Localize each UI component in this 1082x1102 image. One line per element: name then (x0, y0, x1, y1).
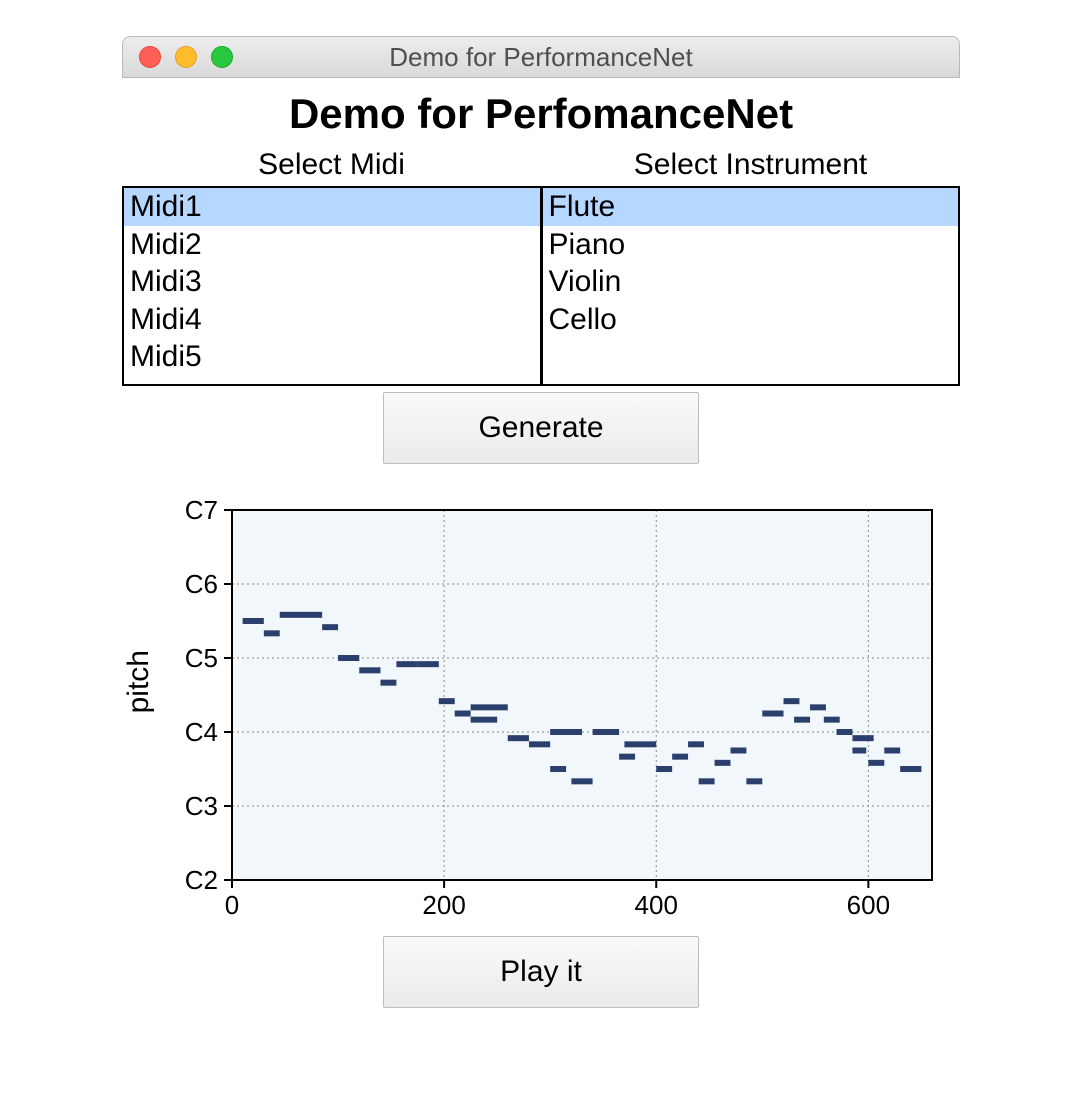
instrument-header: Select Instrument (541, 148, 960, 182)
list-item[interactable]: Midi2 (124, 226, 540, 264)
svg-text:400: 400 (635, 890, 678, 920)
close-icon[interactable] (139, 46, 161, 68)
list-item[interactable]: Midi3 (124, 263, 540, 301)
chart-y-axis-label: pitch (122, 650, 156, 713)
list-item[interactable]: Midi5 (124, 338, 540, 376)
svg-text:C3: C3 (185, 791, 218, 821)
svg-text:600: 600 (847, 890, 890, 920)
svg-text:C4: C4 (185, 717, 218, 747)
svg-text:0: 0 (225, 890, 239, 920)
listbox-headers: Select Midi Select Instrument (122, 148, 960, 182)
list-item[interactable]: Flute (543, 188, 959, 226)
pianoroll-chart: C2 C3 C4 C5 C6 C7 0 200 400 600 (162, 500, 952, 930)
list-item[interactable]: Midi4 (124, 301, 540, 339)
list-item[interactable]: Violin (543, 263, 959, 301)
midi-listbox[interactable]: Midi1Midi2Midi3Midi4Midi5 (124, 188, 540, 384)
minimize-icon[interactable] (175, 46, 197, 68)
window-traffic-lights (139, 46, 233, 68)
list-item[interactable]: Midi1 (124, 188, 540, 226)
svg-text:200: 200 (422, 890, 465, 920)
midi-header: Select Midi (122, 148, 541, 182)
zoom-icon[interactable] (211, 46, 233, 68)
list-item[interactable]: Piano (543, 226, 959, 264)
generate-button[interactable]: Generate (383, 392, 699, 464)
page-title: Demo for PerfomanceNet (122, 90, 960, 138)
svg-text:C7: C7 (185, 500, 218, 525)
svg-text:C6: C6 (185, 569, 218, 599)
svg-text:C5: C5 (185, 643, 218, 673)
svg-text:C2: C2 (185, 865, 218, 895)
play-button[interactable]: Play it (383, 936, 699, 1008)
instrument-listbox[interactable]: FlutePianoViolinCello (540, 188, 959, 384)
window-title: Demo for PerformanceNet (123, 42, 959, 73)
window-titlebar: Demo for PerformanceNet (122, 36, 960, 78)
list-item[interactable]: Cello (543, 301, 959, 339)
